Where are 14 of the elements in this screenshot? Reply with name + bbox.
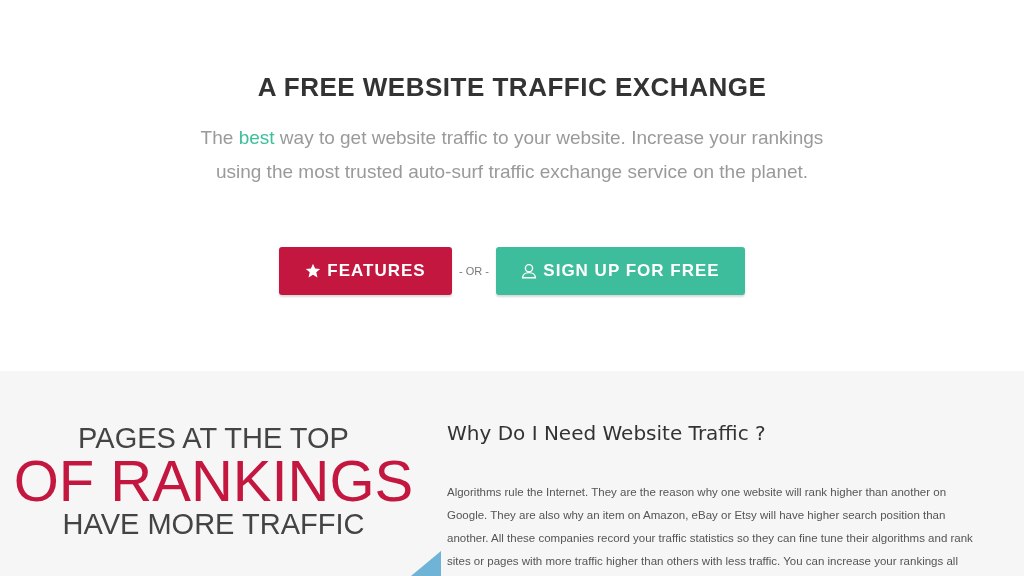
graphic-headline: OF RANKINGS — [13, 453, 415, 509]
graphic-heading-line: PAGES AT THE TOP — [78, 423, 350, 453]
paragraph-line: Google. They are also why an item on Amazon, eBay or Etsy will have higher search position than — [447, 508, 947, 523]
star-icon — [305, 263, 322, 279]
hero-lead: The best way to get website traffic to your website. Increase your rankings using the most trusted auto-surf traffic exchange service on the planet. — [199, 126, 825, 184]
paragraph-line: Algorithms rule the Internet. They are the reason why one website will rank higher than another on — [447, 485, 948, 500]
user-icon — [521, 263, 538, 279]
or-separator: - OR - — [459, 265, 489, 277]
paragraph-line: another. All these companies record your traffic statistics so they can fine tune their algorithms and rank — [447, 531, 973, 546]
paragraph-line: sites or pages with more traffic higher than others with less traffic. You can increase your rankings all — [447, 554, 959, 569]
hero-title: A FREE WEBSITE TRAFFIC EXCHANGE — [257, 72, 767, 103]
section-heading: Why Do I Need Website Traffic ? — [447, 421, 767, 445]
features-button[interactable]: FEATURES — [279, 247, 452, 295]
graphic-heading-line: HAVE MORE TRAFFIC — [62, 509, 366, 539]
